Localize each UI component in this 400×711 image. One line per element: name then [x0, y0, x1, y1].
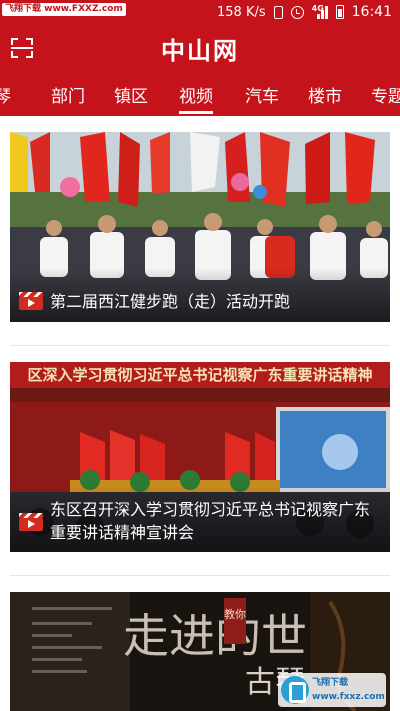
vibrate-icon: [273, 5, 283, 19]
watermark-logo-icon: [281, 676, 309, 704]
tab-auto[interactable]: 汽车: [245, 82, 279, 107]
app-header: 中山网: [0, 24, 400, 72]
video-title-1: 第二届西江健步跑（走）活动开跑: [50, 292, 291, 311]
feed-divider: [10, 575, 390, 576]
video-clapper-icon: [19, 513, 43, 531]
video-card-1[interactable]: 第二届西江健步跑（走）活动开跑: [10, 132, 390, 322]
corner-watermark-text: 飞翔下载 www.fxxz.com: [312, 678, 384, 702]
network-speed: 158 K/s: [217, 4, 266, 20]
alarm-icon: [290, 5, 304, 19]
video-clapper-icon: [19, 292, 43, 310]
video-card-3[interactable]: 走进的世 教你 古琴 飞翔下载 www.fxxz.com: [10, 592, 390, 711]
watermark-label: 飞翔下载 www.FXXZ.com: [2, 3, 126, 16]
tab-departments[interactable]: 部门: [51, 82, 85, 107]
tab-topics[interactable]: 专题: [371, 82, 400, 107]
poster-big-text: 走进的世: [123, 609, 307, 663]
tab-towns[interactable]: 镇区: [114, 82, 148, 107]
signal-icon: 4G: [312, 4, 328, 19]
video-caption-2: 东区召开深入学习贯彻习近平总书记视察广东重要讲话精神宣讲会: [10, 486, 390, 552]
feed-divider: [10, 345, 390, 346]
status-bar: 飞翔下载 www.FXXZ.com 158 K/s 4G 16:41: [0, 0, 400, 24]
poster-seal-text: 教你: [224, 608, 246, 621]
category-tabs: 琴 部门 镇区 视频 汽车 楼市 专题: [0, 72, 400, 116]
tab-property[interactable]: 楼市: [308, 82, 342, 107]
tab-video[interactable]: 视频: [179, 82, 213, 114]
poster-seal: [224, 598, 246, 644]
video-title-2: 东区召开深入学习贯彻习近平总书记视察广东重要讲话精神宣讲会: [50, 500, 371, 542]
video-card-2[interactable]: 区深入学习贯彻习近平总书记视察广东重要讲话精神 东区召开深入学习贯彻习近平总书记…: [10, 362, 390, 552]
status-icons: 158 K/s 4G 16:41: [217, 3, 392, 21]
corner-watermark: 飞翔下载 www.fxxz.com: [278, 673, 386, 707]
video-caption-1: 第二届西江健步跑（走）活动开跑: [10, 268, 390, 322]
app-logo: 中山网: [161, 36, 239, 65]
battery-icon: [335, 5, 344, 19]
video-feed: 第二届西江健步跑（走）活动开跑 区深入学习贯彻习近平总书记视察广东重要讲话精神 …: [0, 116, 400, 711]
clock: 16:41: [351, 4, 392, 20]
tab-partial-left[interactable]: 琴: [0, 82, 11, 107]
stage-banner: 区深入学习贯彻习近平总书记视察广东重要讲话精神: [27, 366, 372, 384]
